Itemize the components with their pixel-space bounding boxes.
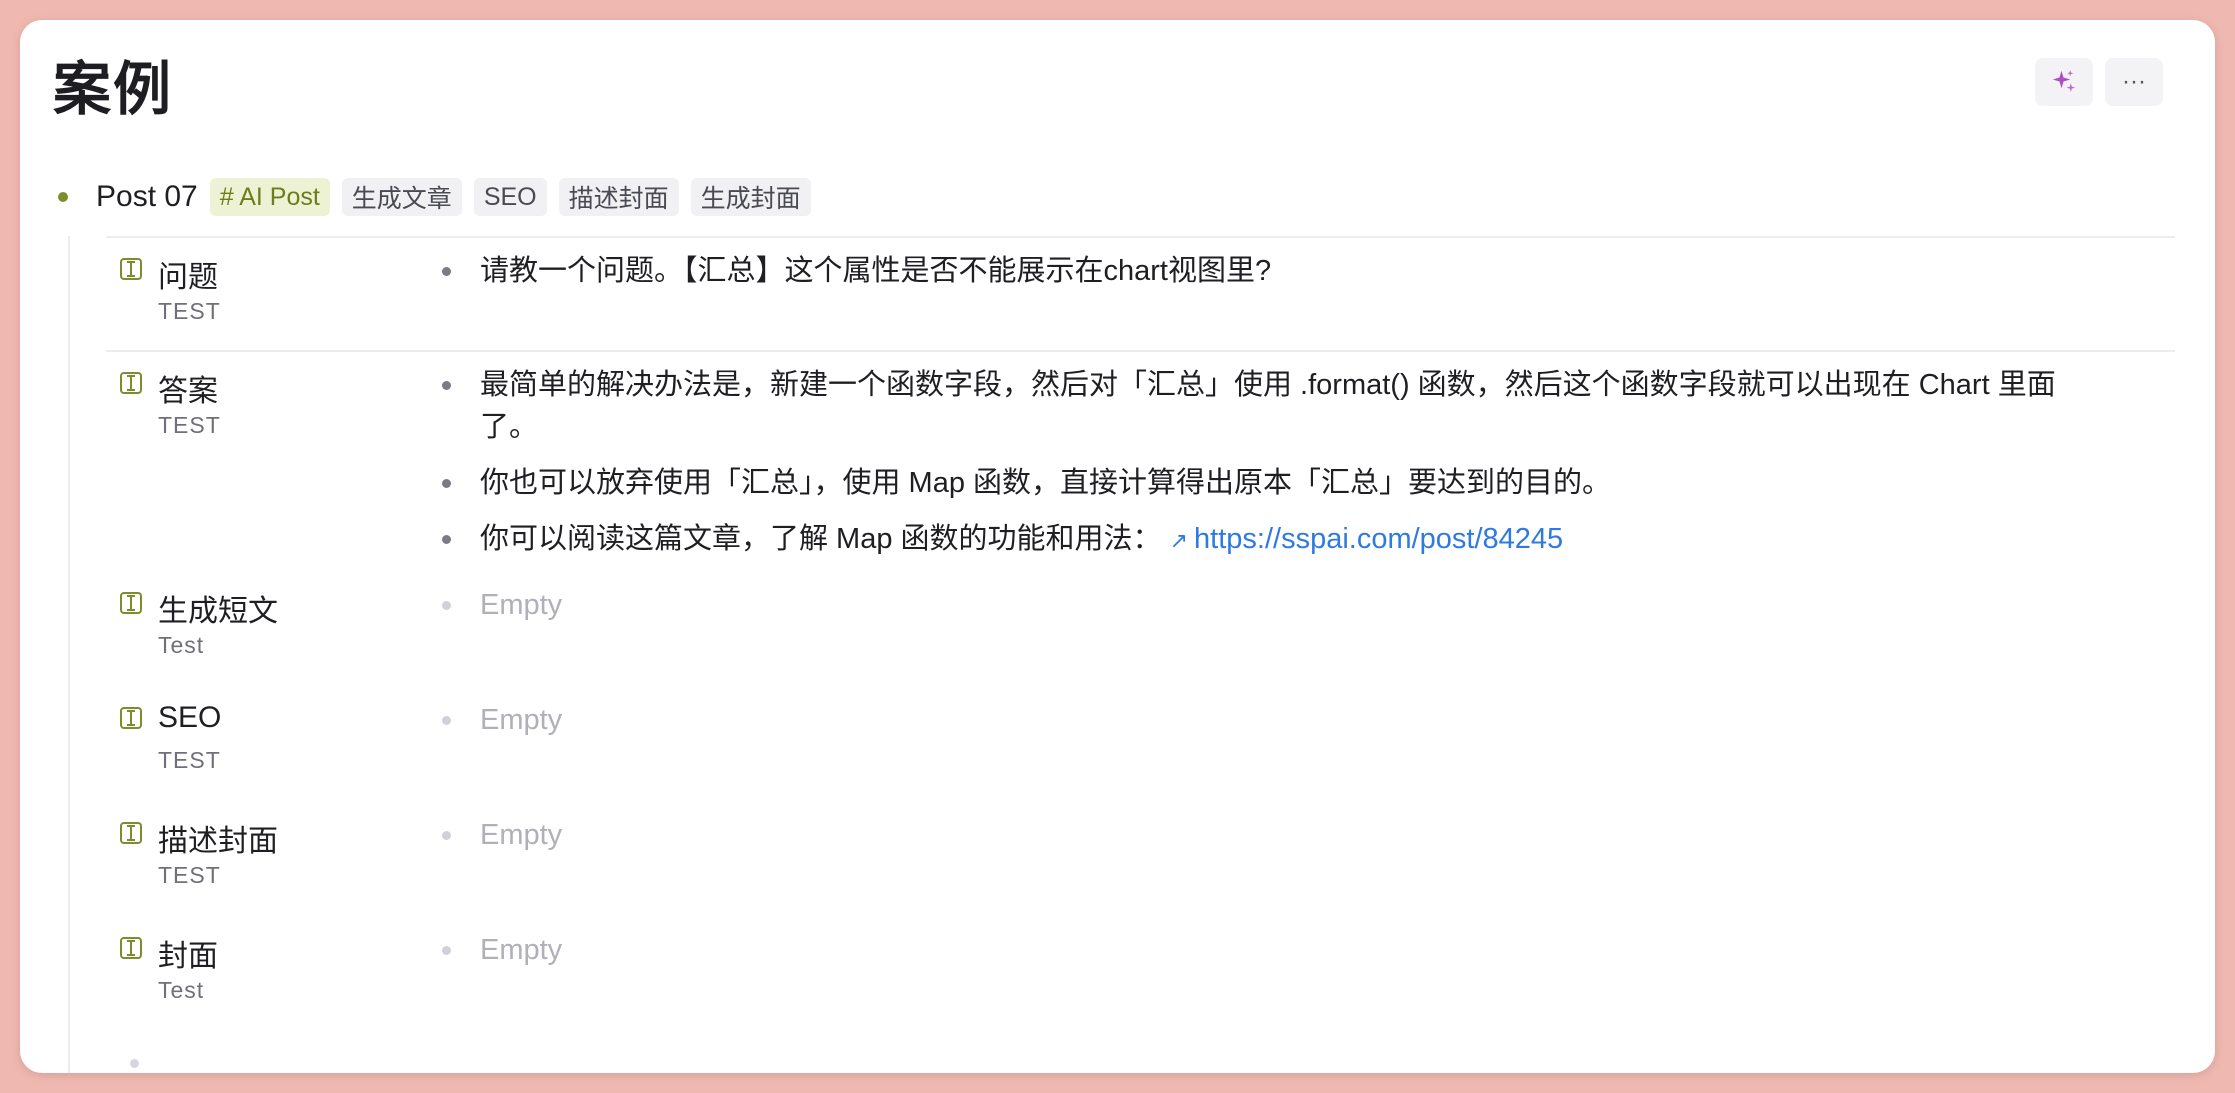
field-name[interactable]: SEO xyxy=(158,701,221,735)
tag-generate-article[interactable]: 生成文章 xyxy=(341,178,462,216)
field-description: TEST xyxy=(158,412,221,438)
text-field-icon xyxy=(120,822,142,844)
tag-describe-cover[interactable]: 描述封面 xyxy=(558,178,679,216)
top-actions: ··· xyxy=(2035,58,2163,106)
text-field-icon xyxy=(120,372,142,394)
empty-placeholder[interactable]: Empty xyxy=(440,929,2060,971)
node-title[interactable]: Post 07 xyxy=(96,180,198,214)
text-field-icon xyxy=(120,258,142,280)
field-name[interactable]: 生成短文 xyxy=(158,586,278,630)
field-description: TEST xyxy=(158,747,221,773)
field-values: Empty xyxy=(440,814,2060,856)
node-bullet[interactable] xyxy=(58,192,68,202)
field-cover: 封面 Test Empty xyxy=(106,923,2175,1038)
field-name[interactable]: 描述封面 xyxy=(158,816,278,860)
node-children: 问题 TEST 请教一个问题。【汇总】这个属性是否不能展示在chart视图里? … xyxy=(68,236,2175,1073)
field-values: 最简单的解决办法是，新建一个函数字段，然后对「汇总」使用 .format() 函… xyxy=(440,364,2060,562)
list-item-text: 你可以阅读这篇文章，了解 Map 函数的功能和用法： xyxy=(480,523,1162,555)
field-seo: SEO TEST Empty xyxy=(106,693,2175,808)
field-answer: 答案 TEST 最简单的解决办法是，新建一个函数字段，然后对「汇总」使用 .fo… xyxy=(106,350,2175,578)
field-name[interactable]: 问题 xyxy=(158,252,218,296)
field-values: Empty xyxy=(440,584,2060,626)
new-item-bullet[interactable] xyxy=(130,1059,139,1068)
tag-ai-post[interactable]: # AI Post xyxy=(209,178,330,216)
tag-generate-cover[interactable]: 生成封面 xyxy=(690,178,811,216)
node-header: Post 07 # AI Post 生成文章 SEO 描述封面 生成封面 xyxy=(58,178,823,216)
ai-button[interactable] xyxy=(2035,58,2093,106)
field-description: Test xyxy=(158,632,205,658)
article-link[interactable]: https://sspai.com/post/84245 xyxy=(1194,523,1563,555)
text-field-icon xyxy=(120,592,142,614)
empty-placeholder[interactable]: Empty xyxy=(440,814,2060,856)
field-description: TEST xyxy=(158,862,221,888)
external-link-icon: ↗ xyxy=(1169,528,1189,553)
more-options-button[interactable]: ··· xyxy=(2105,58,2163,106)
more-icon: ··· xyxy=(2122,68,2146,95)
list-item[interactable]: 你也可以放弃使用「汇总」，使用 Map 函数，直接计算得出原本「汇总」要达到的目… xyxy=(440,462,2060,504)
sparkles-icon xyxy=(2052,70,2076,92)
field-question: 问题 TEST 请教一个问题。【汇总】这个属性是否不能展示在chart视图里? xyxy=(106,236,2175,350)
text-field-icon xyxy=(120,707,142,729)
field-values: 请教一个问题。【汇总】这个属性是否不能展示在chart视图里? xyxy=(440,250,2060,292)
field-description: Test xyxy=(158,977,205,1003)
field-name[interactable]: 封面 xyxy=(158,931,218,975)
list-item[interactable]: 你可以阅读这篇文章，了解 Map 函数的功能和用法： ↗ https://sspa… xyxy=(440,518,2060,562)
field-values: Empty xyxy=(440,699,2060,741)
field-description: TEST xyxy=(158,298,221,324)
empty-placeholder[interactable]: Empty xyxy=(440,699,2060,741)
list-item[interactable]: 请教一个问题。【汇总】这个属性是否不能展示在chart视图里? xyxy=(440,250,2060,292)
tag-seo[interactable]: SEO xyxy=(473,178,547,216)
field-short-text: 生成短文 Test Empty xyxy=(106,578,2175,693)
field-values: Empty xyxy=(440,929,2060,971)
page-title: 案例 xyxy=(53,57,174,122)
field-describe-cover: 描述封面 TEST Empty xyxy=(106,808,2175,923)
text-field-icon xyxy=(120,937,142,959)
empty-placeholder[interactable]: Empty xyxy=(440,584,2060,626)
field-name[interactable]: 答案 xyxy=(158,366,218,410)
app-window: 案例 ··· Post 07 # AI Post 生成文章 SEO 描述封面 生… xyxy=(20,20,2215,1073)
list-item[interactable]: 最简单的解决办法是，新建一个函数字段，然后对「汇总」使用 .format() 函… xyxy=(440,364,2060,448)
